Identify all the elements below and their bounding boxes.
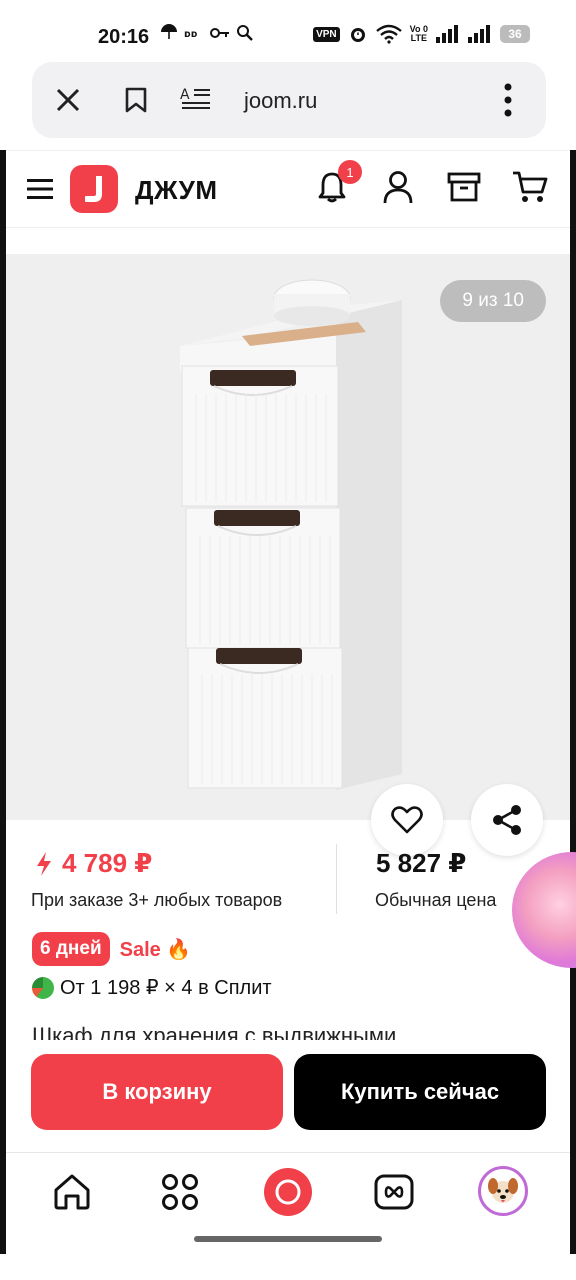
- battery-indicator: 36: [500, 25, 530, 43]
- volte-indicator: Vo 0 LTE: [409, 24, 428, 43]
- split-icon: [32, 976, 54, 999]
- dog-avatar-icon: [488, 1178, 518, 1203]
- share-button[interactable]: [471, 784, 543, 856]
- url-text[interactable]: joom.ru: [244, 88, 317, 114]
- status-bar: 20:16 ᴅᴅ VPN Vo 0 LTE 36: [0, 0, 576, 62]
- nav-home[interactable]: [48, 1168, 96, 1216]
- signal-icon-1: [436, 25, 458, 43]
- product-image: [180, 279, 402, 790]
- close-icon: [56, 88, 80, 112]
- alarm-icon: [350, 28, 365, 42]
- status-left-icons: ᴅᴅ: [160, 24, 254, 42]
- vpn-badge: VPN: [313, 26, 340, 42]
- add-to-cart-button[interactable]: В корзину: [31, 1054, 283, 1130]
- wifi-icon: [375, 24, 402, 44]
- home-indicator[interactable]: [194, 1236, 382, 1242]
- regular-price-note: Обычная цена: [375, 890, 497, 910]
- orders-button[interactable]: [444, 167, 484, 207]
- joom-logo[interactable]: [70, 165, 118, 213]
- status-time: 20:16: [98, 26, 150, 48]
- days-left-badge: 6 дней: [32, 932, 110, 966]
- sale-label: Sale 🔥: [119, 938, 192, 961]
- site-header: ДЖУМ 1: [6, 150, 570, 228]
- nav-feed[interactable]: [370, 1168, 418, 1216]
- infinity-icon: [374, 1174, 414, 1210]
- cart-icon: [513, 171, 548, 202]
- close-tab-button[interactable]: [48, 80, 88, 120]
- product-gallery[interactable]: 9 из 10: [6, 254, 570, 820]
- bookmark-button[interactable]: [116, 80, 156, 120]
- user-icon: [383, 171, 413, 204]
- umbrella-icon: [161, 24, 177, 39]
- nav-profile-avatar[interactable]: [478, 1166, 528, 1216]
- split-text: От 1 198 ₽ × 4 в Сплит: [60, 977, 272, 999]
- frame-right: [570, 150, 576, 1254]
- favorite-button[interactable]: [371, 784, 443, 856]
- lightning-icon: [37, 851, 51, 876]
- signal-icon-2: [468, 25, 490, 43]
- promo-floating-widget[interactable]: [512, 852, 576, 968]
- joom-logo-icon: [85, 176, 102, 202]
- bookmark-icon: [125, 87, 147, 113]
- dnd-icon: ᴅᴅ: [184, 29, 198, 40]
- share-icon: [493, 805, 521, 835]
- promo-badges: 6 дней Sale 🔥: [32, 932, 191, 966]
- search-icon: [237, 25, 253, 41]
- grid-icon: [162, 1174, 198, 1210]
- home-icon: [54, 1174, 90, 1210]
- cart-button[interactable]: [510, 167, 550, 207]
- box-icon: [447, 172, 481, 202]
- heart-icon: [391, 806, 423, 834]
- product-title: Шкаф для хранения с выдвижными: [32, 1023, 397, 1042]
- nav-catalog[interactable]: [156, 1168, 204, 1216]
- phone-screen: 20:16 ᴅᴅ VPN Vo 0 LTE 36 A joom.ru ДЖУМ …: [0, 0, 576, 1280]
- price-divider: [336, 844, 337, 914]
- hamburger-menu-icon[interactable]: [26, 175, 54, 203]
- sale-price-value: 4 789 ₽: [62, 848, 153, 878]
- status-right-icons: VPN Vo 0 LTE 36: [313, 24, 530, 44]
- sale-price-note: При заказе 3+ любых товаров: [31, 890, 283, 910]
- assistant-icon: [275, 1179, 301, 1205]
- browser-url-bar: A joom.ru: [32, 62, 546, 138]
- gallery-counter: 9 из 10: [440, 280, 546, 322]
- svg-text:A: A: [180, 87, 190, 103]
- split-payment-row[interactable]: От 1 198 ₽ × 4 в Сплит: [32, 975, 272, 1000]
- product-title-container: Шкаф для хранения с выдвижными: [32, 1022, 552, 1042]
- regular-price: 5 827 ₽: [376, 848, 467, 878]
- reader-mode-icon: A: [180, 87, 210, 109]
- svg-text:ᴅᴅ: ᴅᴅ: [184, 29, 198, 40]
- logo-text[interactable]: ДЖУМ: [135, 175, 218, 206]
- notification-badge: 1: [338, 160, 362, 184]
- sale-price: 4 789 ₽: [36, 848, 152, 879]
- profile-button[interactable]: [378, 167, 418, 207]
- reader-mode-button[interactable]: A: [176, 80, 216, 120]
- buy-now-button[interactable]: Купить сейчас: [294, 1054, 546, 1130]
- browser-menu-button[interactable]: [488, 80, 528, 120]
- more-vert-icon: [504, 83, 512, 117]
- key-icon: [210, 28, 229, 38]
- nav-assistant[interactable]: [264, 1168, 312, 1216]
